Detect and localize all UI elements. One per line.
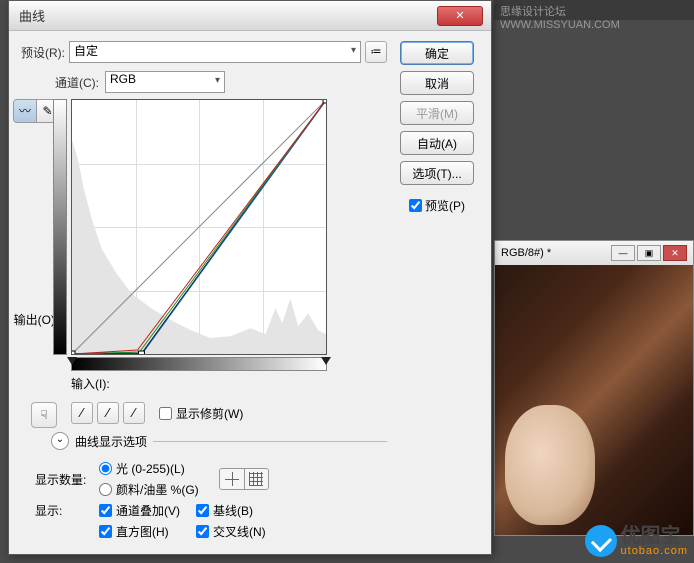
auto-button[interactable]: 自动(A) [400,131,474,155]
smooth-button[interactable]: 平滑(M) [400,101,474,125]
doc-window-title: RGB/8#) * [501,247,609,259]
check-intersection[interactable]: 交叉线(N) [196,523,266,540]
minimize-button[interactable]: — [611,245,635,261]
ok-button[interactable]: 确定 [400,41,474,65]
doc-close-button[interactable]: ✕ [663,245,687,261]
preset-menu-button[interactable]: ≔ [365,41,387,63]
targeted-adjust-tool[interactable]: ☟ [31,402,57,428]
background-doc-window: RGB/8#) * — ▣ ✕ [494,240,694,536]
dialog-title: 曲线 [19,6,437,25]
channel-select[interactable]: RGB [105,71,225,93]
check-channel-overlay[interactable]: 通道叠加(V) [99,502,180,519]
output-label: 输出(O): [14,311,59,328]
grid-coarse-button[interactable] [220,469,244,489]
input-label: 输入(I): [71,375,327,392]
grid-fine-button[interactable] [244,469,268,489]
radio-pigment[interactable]: 颜料/油墨 %(G) [99,481,199,498]
input-gradient [71,357,327,371]
preview-checkbox[interactable]: 预览(P) [409,197,465,214]
check-baseline[interactable]: 基线(B) [196,502,266,519]
black-point-eyedropper[interactable]: ⁄ [71,402,93,424]
radio-light[interactable]: 光 (0-255)(L) [99,460,199,477]
show-amount-label: 显示数量: [35,471,91,488]
output-gradient [53,99,67,355]
close-icon[interactable]: ✕ [437,6,483,26]
gray-point-eyedropper[interactable]: ⁄ [97,402,119,424]
display-options-label: 曲线显示选项 [75,433,147,450]
options-button[interactable]: 选项(T)... [400,161,474,185]
document-image [495,265,693,535]
show-clipping-checkbox[interactable]: 显示修剪(W) [159,405,243,422]
highlight-slider[interactable] [321,357,331,365]
channel-label: 通道(C): [49,74,99,91]
white-point-eyedropper[interactable]: ⁄ [123,402,145,424]
curves-dialog: 曲线 ✕ 预设(R): 自定 ≔ 通道(C): RGB 〰 ✎ [8,0,492,555]
cancel-button[interactable]: 取消 [400,71,474,95]
curve-graph[interactable] [71,99,327,355]
display-options-toggle[interactable]: ⌄ [51,432,69,450]
show-label: 显示: [35,502,91,519]
grid-size-toggle [219,468,269,490]
curve-point-tool[interactable]: 〰 [14,100,36,122]
dialog-titlebar[interactable]: 曲线 ✕ [9,1,491,31]
doc-window-titlebar: RGB/8#) * — ▣ ✕ [495,241,693,265]
watermark-icon [585,525,617,557]
maximize-button[interactable]: ▣ [637,245,661,261]
curve-lines [72,100,326,354]
background-header: 思缘设计论坛 WWW.MISSYUAN.COM [494,0,694,20]
shadow-slider[interactable] [67,357,77,365]
watermark: 优图宝 utobao.com [585,525,688,557]
preset-select[interactable]: 自定 [69,41,361,63]
preset-label: 预设(R): [21,44,65,61]
check-histogram[interactable]: 直方图(H) [99,523,180,540]
